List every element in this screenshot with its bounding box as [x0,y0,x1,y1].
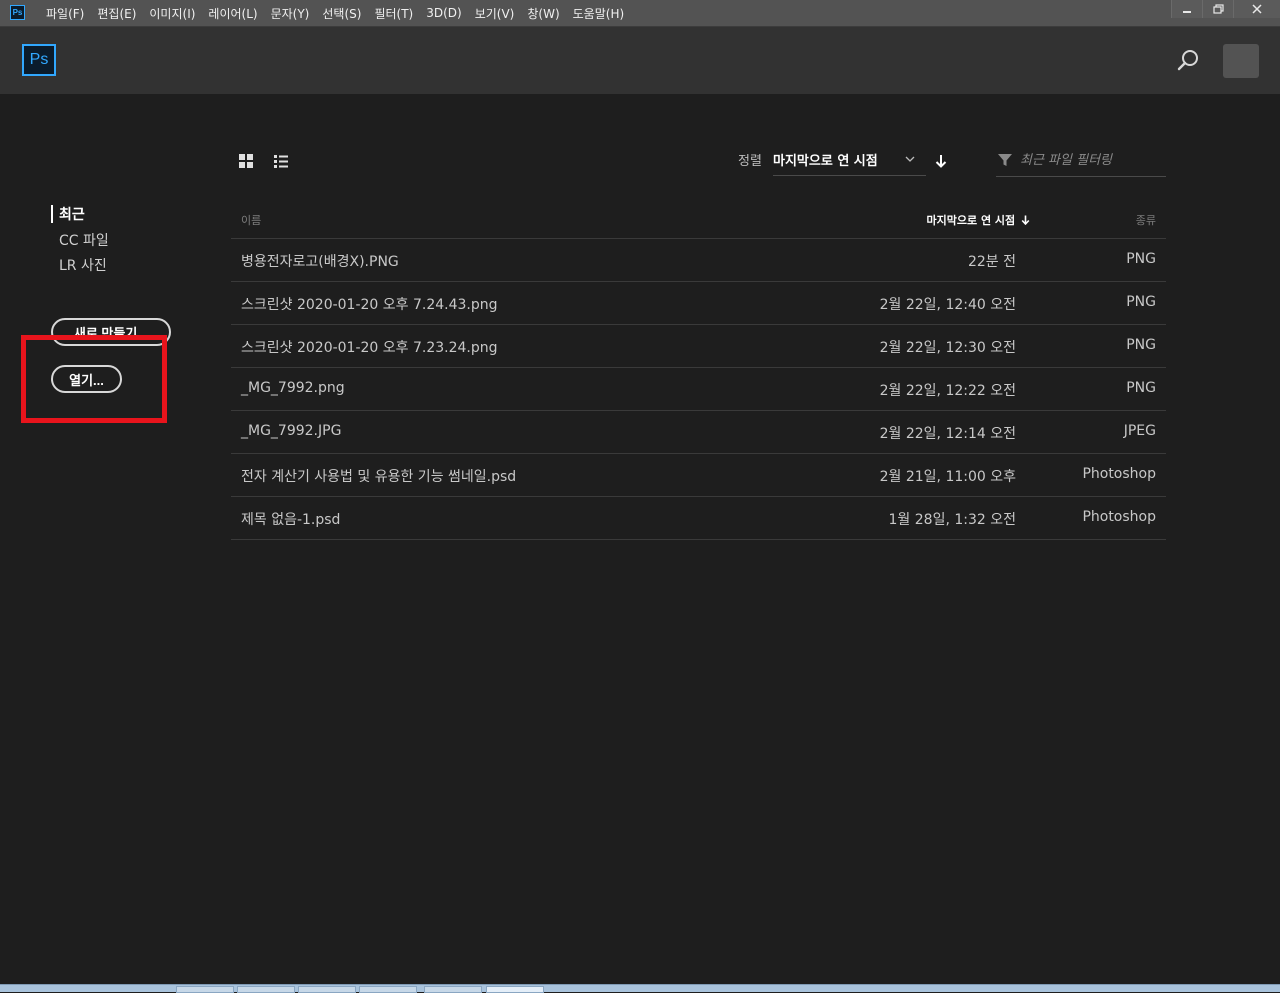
app-header: Ps [0,26,1280,94]
filter-input[interactable] [1020,148,1160,172]
sort-dropdown[interactable]: 마지막으로 연 시점 [773,146,926,176]
arrow-down-icon[interactable] [934,153,948,169]
table-row[interactable]: 스크린샷 2020-01-20 오후 7.23.24.png 2월 22일, 1… [231,325,1166,368]
new-button[interactable]: 새로 만들기... [51,318,171,346]
file-name: 병용전자로고(배경X).PNG [241,254,399,270]
file-name: 제목 없음-1.psd [241,512,341,528]
menu-window[interactable]: 창(W) [527,5,559,22]
recent-files-table: 이름 마지막으로 연 시점 종류 병용전자로고(배경X).PNG 22분 전 P… [231,200,1166,540]
photoshop-logo: Ps [22,44,56,76]
menu-bar: Ps 파일(F) 편집(E) 이미지(I) 레이어(L) 문자(Y) 선택(S)… [0,0,1280,26]
menu-layer[interactable]: 레이어(L) [208,5,257,22]
chevron-down-icon [905,156,915,162]
table-row[interactable]: 전자 계산기 사용법 및 유용한 기능 썸네일.psd 2월 21일, 11:0… [231,454,1166,497]
sidebar-item-cc-files[interactable]: CC 파일 [59,230,109,250]
os-taskbar [0,984,1280,993]
menu-help[interactable]: 도움말(H) [573,5,625,22]
file-date: 2월 22일, 12:30 오전 [879,340,1016,356]
file-name: 전자 계산기 사용법 및 유용한 기능 썸네일.psd [241,469,517,485]
sort-label: 정렬 [738,154,762,169]
menu-edit[interactable]: 편집(E) [97,5,136,22]
close-icon[interactable] [1233,0,1280,18]
file-date: 2월 22일, 12:14 오전 [879,426,1016,442]
table-row[interactable]: 병용전자로고(배경X).PNG 22분 전 PNG [231,239,1166,282]
window-controls [1171,0,1280,20]
filter-icon [998,154,1012,166]
file-date: 1월 28일, 1:32 오전 [888,512,1016,528]
menu-3d[interactable]: 3D(D) [426,6,461,20]
table-row[interactable]: _MG_7992.png 2월 22일, 12:22 오전 PNG [231,368,1166,411]
column-header-name[interactable]: 이름 [241,212,261,228]
menu-filter[interactable]: 필터(T) [374,5,413,22]
menu-select[interactable]: 선택(S) [322,5,361,22]
file-type: Photoshop [1082,509,1156,525]
filter-field [996,146,1166,177]
restore-icon[interactable] [1202,0,1233,18]
file-date: 22분 전 [967,254,1016,270]
file-name: _MG_7992.JPG [241,423,342,439]
menu-items: 파일(F) 편집(E) 이미지(I) 레이어(L) 문자(Y) 선택(S) 필터… [46,0,637,26]
menu-file[interactable]: 파일(F) [46,5,84,22]
sidebar-item-lr-photos[interactable]: LR 사진 [59,255,107,275]
sidebar-item-recent[interactable]: 최근 [59,204,85,224]
file-type: JPEG [1123,423,1156,439]
file-name: _MG_7992.png [241,380,345,396]
photoshop-app-icon[interactable]: Ps [10,5,25,20]
list-view-icon[interactable] [273,153,289,169]
search-icon[interactable] [1176,49,1200,73]
active-indicator [51,205,53,223]
open-button[interactable]: 열기... [51,365,122,393]
menu-view[interactable]: 보기(V) [475,5,515,22]
sort-arrow-icon [1021,215,1030,226]
file-type: PNG [1126,380,1156,396]
table-header: 이름 마지막으로 연 시점 종류 [231,200,1166,239]
column-header-date[interactable]: 마지막으로 연 시점 [927,212,1030,228]
sort-value: 마지막으로 연 시점 [773,154,878,169]
table-row[interactable]: _MG_7992.JPG 2월 22일, 12:14 오전 JPEG [231,411,1166,454]
column-header-date-label: 마지막으로 연 시점 [926,214,1016,227]
column-header-type[interactable]: 종류 [1136,212,1156,228]
file-name: 스크린샷 2020-01-20 오후 7.24.43.png [241,297,498,313]
file-type: PNG [1126,294,1156,310]
table-row[interactable]: 제목 없음-1.psd 1월 28일, 1:32 오전 Photoshop [231,497,1166,540]
file-date: 2월 22일, 12:22 오전 [879,383,1016,399]
file-type: Photoshop [1082,466,1156,482]
file-date: 2월 21일, 11:00 오후 [879,469,1016,485]
avatar[interactable] [1223,44,1259,78]
grid-view-icon[interactable] [238,153,254,169]
minimize-icon[interactable] [1171,0,1202,18]
file-name: 스크린샷 2020-01-20 오후 7.23.24.png [241,340,498,356]
file-date: 2월 22일, 12:40 오전 [879,297,1016,313]
menu-image[interactable]: 이미지(I) [149,5,195,22]
file-type: PNG [1126,337,1156,353]
menu-type[interactable]: 문자(Y) [271,5,310,22]
file-type: PNG [1126,251,1156,267]
table-row[interactable]: 스크린샷 2020-01-20 오후 7.24.43.png 2월 22일, 1… [231,282,1166,325]
